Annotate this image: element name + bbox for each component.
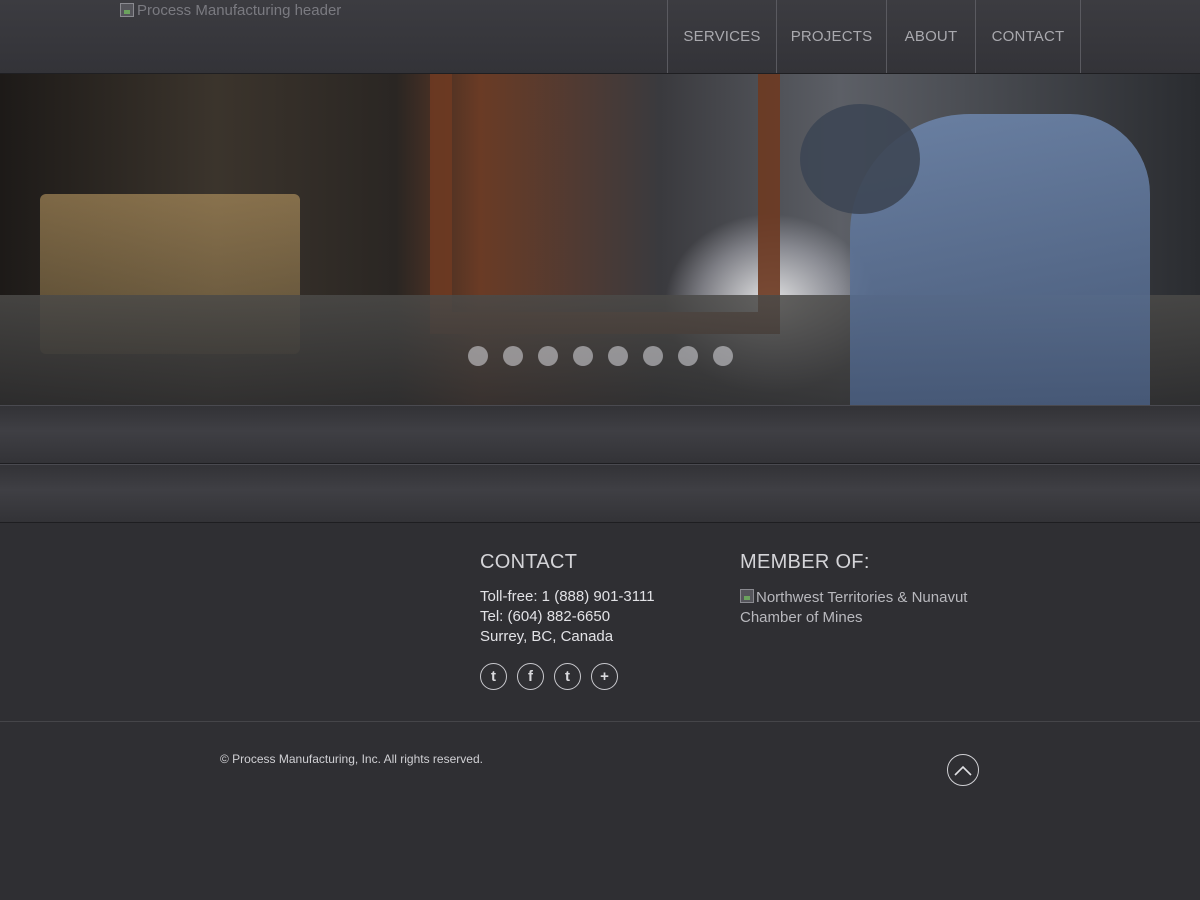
member-logo-alt-text: Northwest Territories & Nunavut Chamber … (740, 589, 968, 626)
slider-dot-2[interactable] (503, 346, 523, 366)
slider-dot-4[interactable] (573, 346, 593, 366)
facebook-icon[interactable]: f (517, 663, 544, 690)
back-to-top-button[interactable] (947, 754, 979, 786)
broken-image-icon (740, 589, 754, 603)
hero-slider (0, 74, 1200, 405)
site-header: Process Manufacturing header SERVICES PR… (0, 0, 1200, 74)
tumblr-icon[interactable]: t (554, 663, 581, 690)
member-heading: MEMBER OF: (740, 551, 870, 573)
slider-dot-7[interactable] (678, 346, 698, 366)
telephone-number: Tel: (604) 882-6650 (480, 608, 611, 625)
location: Surrey, BC, Canada (480, 628, 614, 645)
slider-dot-5[interactable] (608, 346, 628, 366)
nav-projects[interactable]: PROJECTS (776, 0, 886, 73)
nav-about[interactable]: ABOUT (886, 0, 975, 73)
social-links: t f t + (480, 663, 618, 690)
slider-dot-6[interactable] (643, 346, 663, 366)
slider-dot-3[interactable] (538, 346, 558, 366)
nav-contact[interactable]: CONTACT (975, 0, 1081, 73)
decorative-band-1 (0, 405, 1200, 464)
slider-dot-1[interactable] (468, 346, 488, 366)
plus-icon[interactable]: + (591, 663, 618, 690)
copyright-text: © Process Manufacturing, Inc. All rights… (220, 752, 483, 766)
main-nav: SERVICES PROJECTS ABOUT CONTACT (667, 0, 1081, 73)
broken-image-icon (120, 3, 134, 17)
nav-services[interactable]: SERVICES (667, 0, 776, 73)
logo-link[interactable]: Process Manufacturing header (120, 0, 341, 20)
slider-pagination (468, 346, 733, 366)
chevron-up-icon (954, 765, 972, 776)
decorative-band-2 (0, 464, 1200, 523)
twitter-icon[interactable]: t (480, 663, 507, 690)
footer-divider (0, 721, 1200, 722)
member-logo-link[interactable]: Northwest Territories & Nunavut Chamber … (740, 588, 990, 628)
slider-dot-8[interactable] (713, 346, 733, 366)
toll-free-number: Toll-free: 1 (888) 901-3111 (480, 588, 655, 605)
contact-heading: CONTACT (480, 551, 578, 573)
logo-alt-text: Process Manufacturing header (137, 1, 342, 19)
hero-image-helmet (800, 104, 920, 214)
